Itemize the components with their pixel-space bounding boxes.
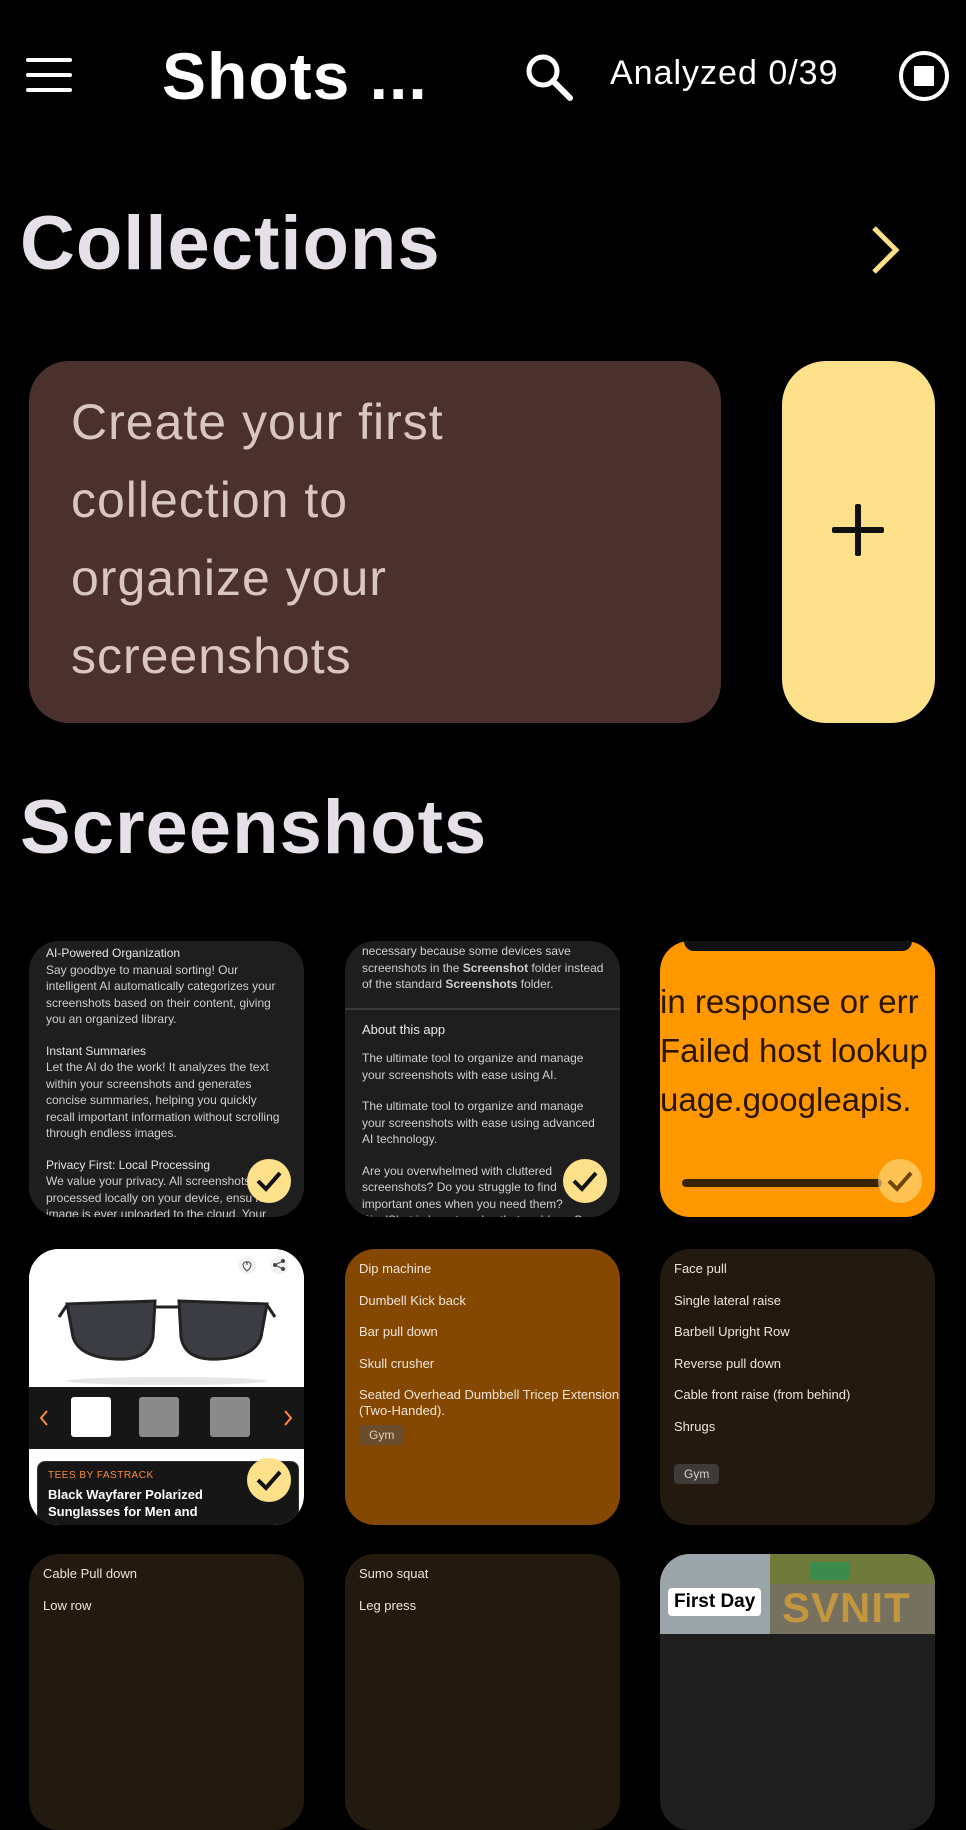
sunglasses-image bbox=[29, 1249, 304, 1387]
error-text: in response or err Failed host lookup ua… bbox=[660, 983, 928, 1118]
chevron-right-icon[interactable] bbox=[866, 222, 906, 278]
stop-analysis-icon[interactable] bbox=[898, 50, 950, 102]
app-title: Shots ... bbox=[162, 39, 428, 113]
add-collection-button[interactable] bbox=[782, 361, 935, 723]
screenshot-thumbnail[interactable]: Face pull Single lateral raise Barbell U… bbox=[660, 1249, 935, 1525]
screenshot-thumbnail[interactable]: First Day SVNIT bbox=[660, 1554, 935, 1830]
analyzed-check-icon bbox=[563, 1159, 607, 1203]
analyzed-check-icon bbox=[247, 1458, 291, 1502]
screenshot-thumbnail[interactable]: in response or err Failed host lookup ua… bbox=[660, 941, 935, 1217]
screenshot-thumbnail[interactable]: Dip machine Dumbell Kick back Bar pull d… bbox=[345, 1249, 620, 1525]
empty-collection-message: Create your first collection to organize… bbox=[71, 394, 444, 684]
analyzed-check-icon bbox=[247, 1159, 291, 1203]
tag-badge: Gym bbox=[359, 1425, 405, 1445]
screenshot-thumbnail[interactable]: AI-Powered Organization Say goodbye to ma… bbox=[29, 941, 304, 1217]
plus-icon bbox=[832, 504, 884, 556]
search-icon[interactable] bbox=[524, 52, 574, 102]
thumbnail-image[interactable] bbox=[71, 1397, 111, 1437]
tag-badge: Gym bbox=[674, 1464, 720, 1484]
empty-collection-card[interactable]: Create your first collection to organize… bbox=[29, 361, 721, 723]
thumbnail-image[interactable] bbox=[139, 1397, 179, 1437]
screenshot-thumbnail[interactable]: Sumo squat Leg press bbox=[345, 1554, 620, 1830]
analyzed-check-icon bbox=[878, 1159, 922, 1203]
thumbnail-image[interactable] bbox=[210, 1397, 250, 1437]
screenshot-thumbnail[interactable]: Cable Pull down Low row bbox=[29, 1554, 304, 1830]
screenshot-thumbnail[interactable]: TEES BY FASTRACK Black Wayfarer Polarize… bbox=[29, 1249, 304, 1525]
campus-photo: First Day SVNIT bbox=[660, 1554, 935, 1634]
analyzed-status: Analyzed 0/39 bbox=[610, 54, 839, 92]
screenshots-heading: Screenshots bbox=[20, 785, 488, 870]
menu-icon[interactable] bbox=[26, 58, 72, 92]
screenshot-thumbnail[interactable]: necessary because some devices save scree… bbox=[345, 941, 620, 1217]
collections-heading: Collections bbox=[20, 201, 441, 286]
